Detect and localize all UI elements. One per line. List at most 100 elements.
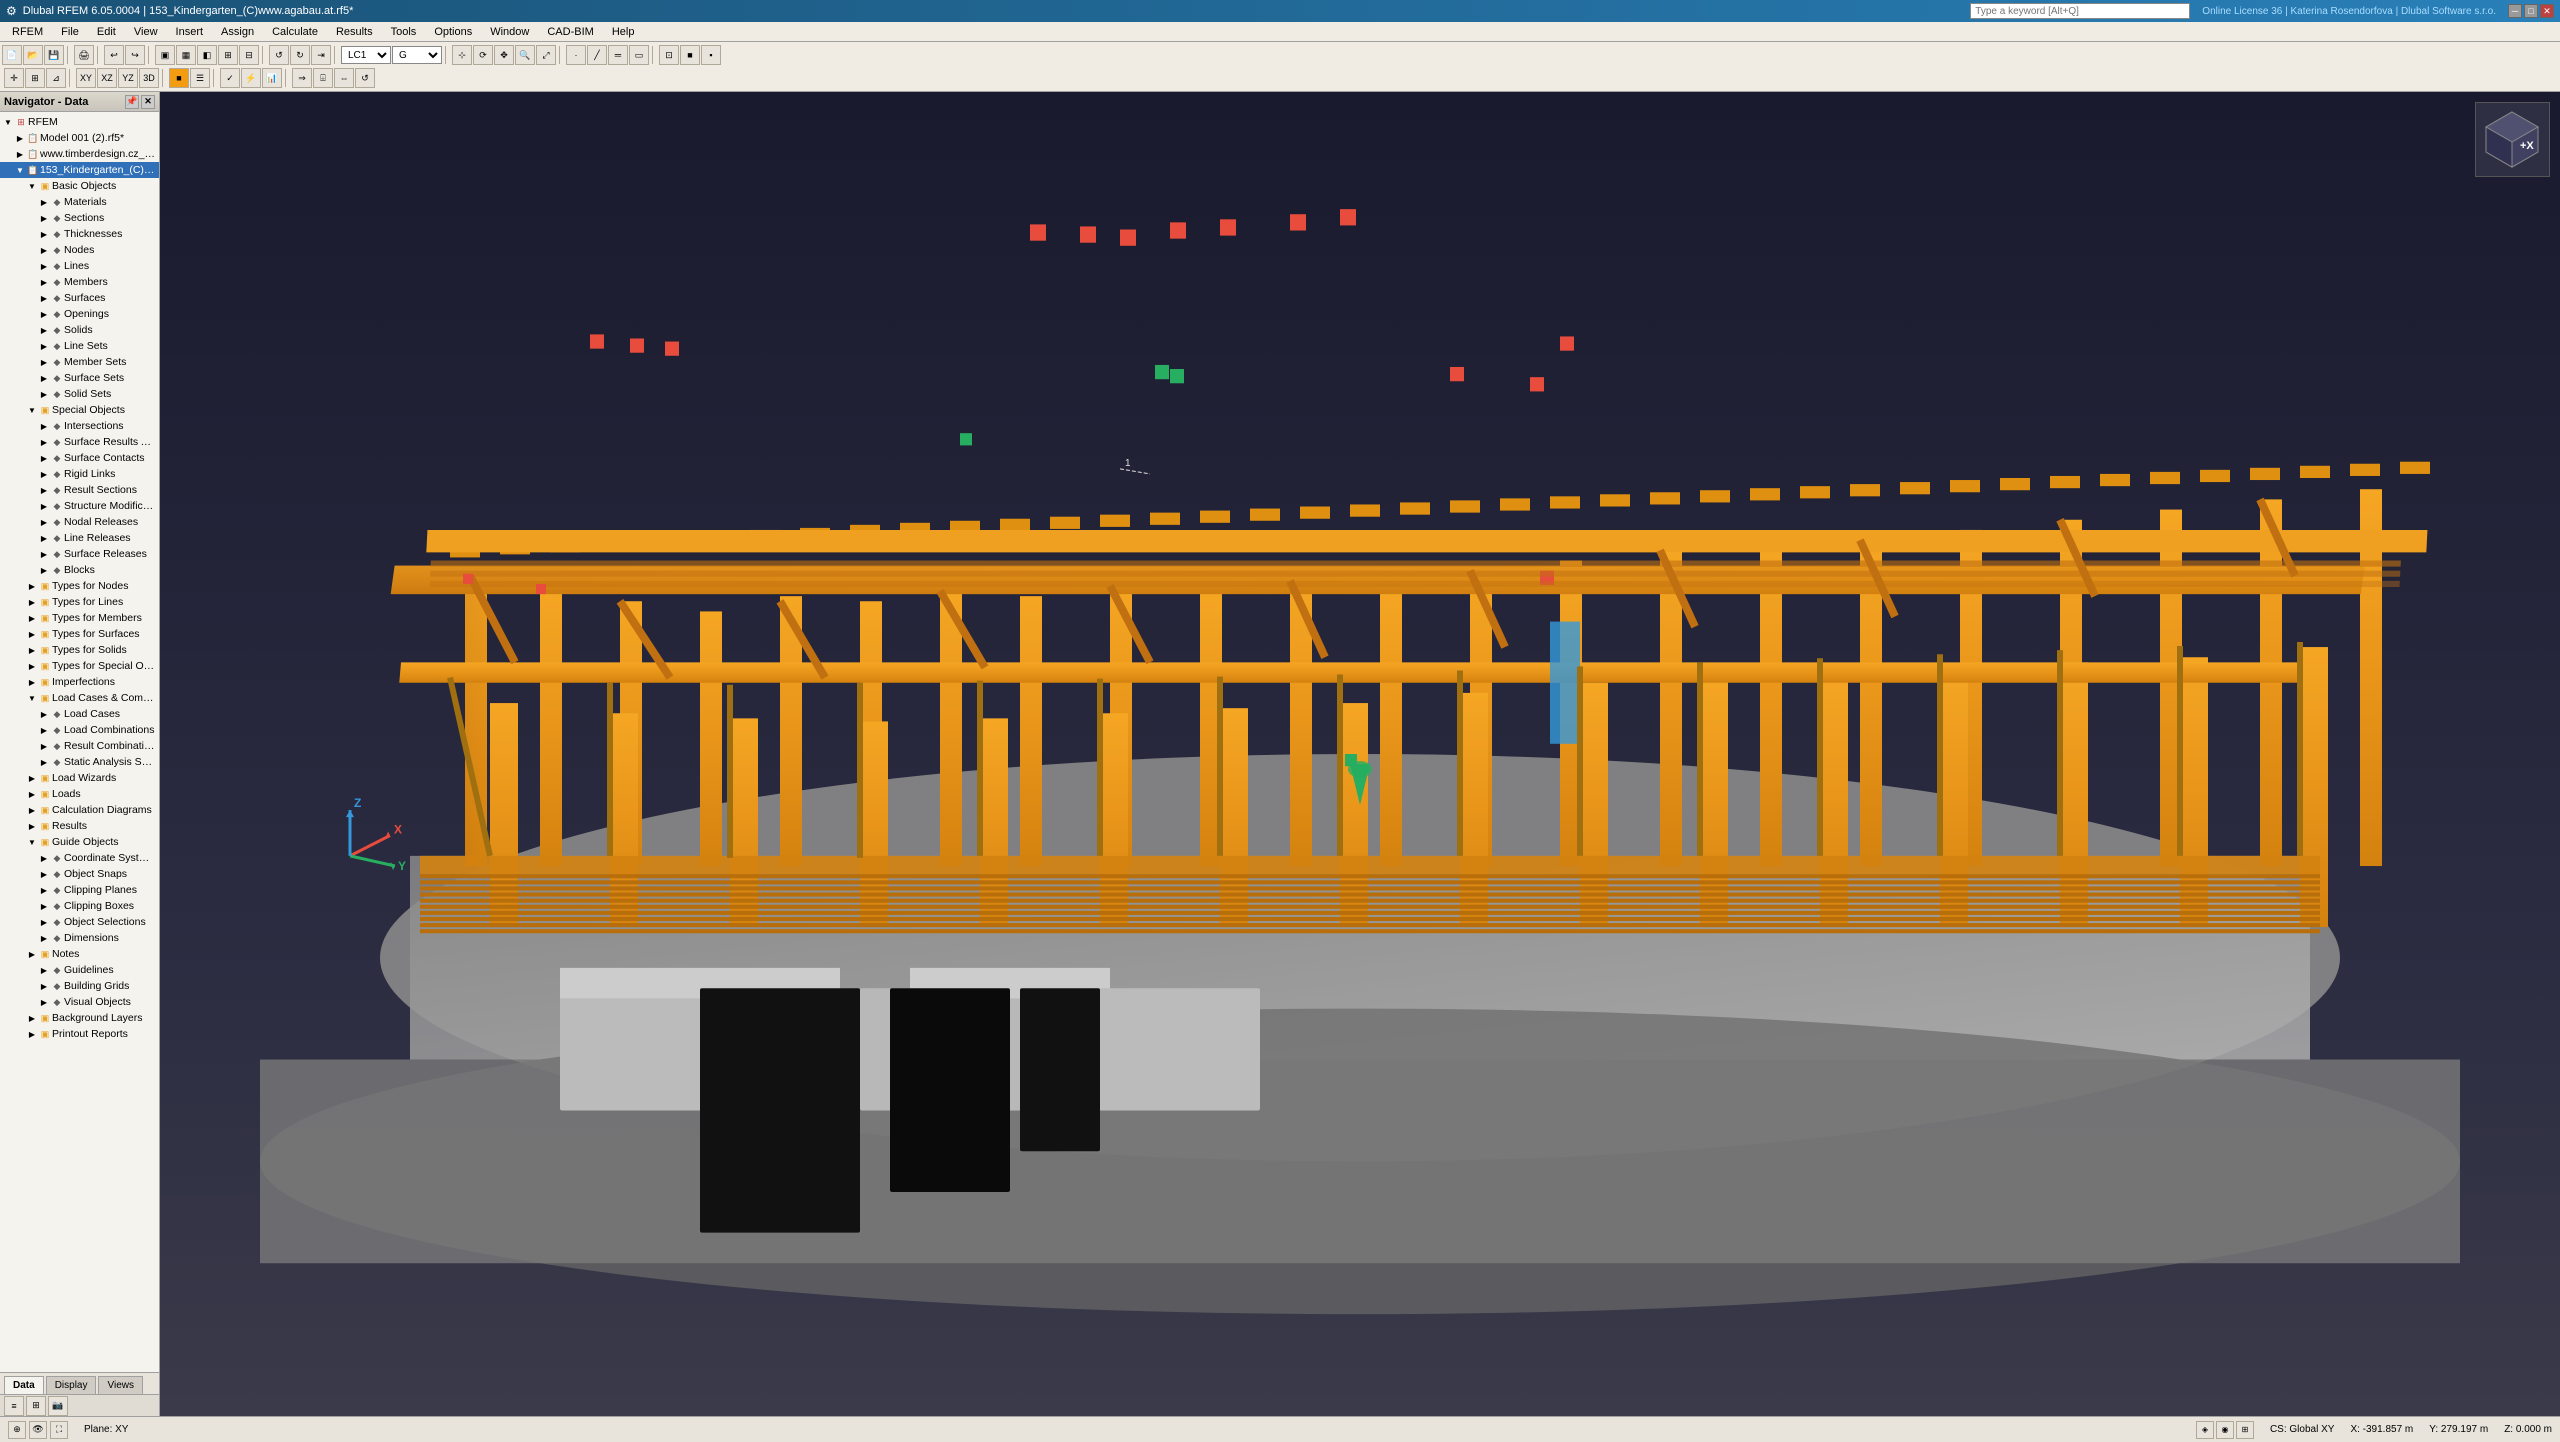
member-tool[interactable]: ═ (608, 45, 628, 65)
tree-item-model153[interactable]: ▼📋153_Kindergarten_(C)www.agabau.at.rf5* (0, 162, 159, 178)
minimize-button[interactable]: ─ (2508, 4, 2522, 18)
rotate-tool[interactable]: ⟳ (473, 45, 493, 65)
tb7[interactable]: ↻ (290, 45, 310, 65)
tree-expander-types-lines[interactable]: ▶ (26, 594, 38, 610)
tree-expander-types-special[interactable]: ▶ (26, 658, 38, 674)
tree-expander-materials[interactable]: ▶ (38, 194, 50, 210)
tree-expander-types-solids[interactable]: ▶ (26, 642, 38, 658)
tree-expander-surfaces[interactable]: ▶ (38, 290, 50, 306)
tree-expander-surface-releases[interactable]: ▶ (38, 546, 50, 562)
tree-item-surface-sets[interactable]: ▶◆Surface Sets (0, 370, 159, 386)
nav-camera-button[interactable]: 📷 (48, 1396, 68, 1416)
tree-expander-types-nodes[interactable]: ▶ (26, 578, 38, 594)
tree-item-materials[interactable]: ▶◆Materials (0, 194, 159, 210)
tree-expander-member-sets[interactable]: ▶ (38, 354, 50, 370)
tb3[interactable]: ◧ (197, 45, 217, 65)
tree-item-results[interactable]: ▶▣Results (0, 818, 159, 834)
select-tool[interactable]: ⊹ (452, 45, 472, 65)
tree-item-guide-objects[interactable]: ▼▣Guide Objects (0, 834, 159, 850)
tree-item-blocks[interactable]: ▶◆Blocks (0, 562, 159, 578)
tree-expander-surface-contacts[interactable]: ▶ (38, 450, 50, 466)
tree-item-object-selections[interactable]: ▶◆Object Selections (0, 914, 159, 930)
tree-item-load-cases[interactable]: ▶◆Load Cases (0, 706, 159, 722)
tree-item-types-solids[interactable]: ▶▣Types for Solids (0, 642, 159, 658)
layer-btn[interactable]: ☰ (190, 68, 210, 88)
snap-btn[interactable]: ✛ (4, 68, 24, 88)
menu-item-help[interactable]: Help (604, 23, 643, 41)
tree-expander-members[interactable]: ▶ (38, 274, 50, 290)
tree-expander-nodal-releases[interactable]: ▶ (38, 514, 50, 530)
mirror-btn[interactable]: ⇔ (334, 68, 354, 88)
print-button[interactable]: 🖨 (74, 45, 94, 65)
nav-tab-views[interactable]: Views (98, 1376, 143, 1394)
tree-expander-special-objects[interactable]: ▼ (26, 402, 38, 418)
tree-item-result-combinations[interactable]: ▶◆Result Combinations (0, 738, 159, 754)
tree-expander-dimensions[interactable]: ▶ (38, 930, 50, 946)
tb8[interactable]: ⇥ (311, 45, 331, 65)
tree-item-result-sections[interactable]: ▶◆Result Sections (0, 482, 159, 498)
tree-item-line-sets[interactable]: ▶◆Line Sets (0, 338, 159, 354)
3d-viewport[interactable]: X Y Z 1 +X (160, 92, 2560, 1416)
tree-item-member-sets[interactable]: ▶◆Member Sets (0, 354, 159, 370)
tree-expander-notes[interactable]: ▶ (26, 946, 38, 962)
tree-expander-results[interactable]: ▶ (26, 818, 38, 834)
fit-tool[interactable]: ⤢ (536, 45, 556, 65)
lc-selector[interactable]: LC1 (341, 46, 391, 64)
tree-expander-sections[interactable]: ▶ (38, 210, 50, 226)
tree-expander-load-cases-combo[interactable]: ▼ (26, 690, 38, 706)
nav-list-view-button[interactable]: ≡ (4, 1396, 24, 1416)
tree-expander-loads[interactable]: ▶ (26, 786, 38, 802)
status-render-3[interactable]: ⊞ (2236, 1421, 2254, 1439)
view-3d[interactable]: 3D (139, 68, 159, 88)
open-button[interactable]: 📂 (23, 45, 43, 65)
tree-expander-rigid-links[interactable]: ▶ (38, 466, 50, 482)
view-xy[interactable]: XY (76, 68, 96, 88)
redo-button[interactable]: ↪ (125, 45, 145, 65)
view-xz[interactable]: XZ (97, 68, 117, 88)
status-render-2[interactable]: ◉ (2216, 1421, 2234, 1439)
tree-expander-imperfections[interactable]: ▶ (26, 674, 38, 690)
menu-item-results[interactable]: Results (328, 23, 381, 41)
tb5[interactable]: ⊟ (239, 45, 259, 65)
tb4[interactable]: ⊞ (218, 45, 238, 65)
menu-item-calculate[interactable]: Calculate (264, 23, 326, 41)
tree-expander-background-layers[interactable]: ▶ (26, 1010, 38, 1026)
maximize-button[interactable]: □ (2524, 4, 2538, 18)
tree-item-calc-diagrams[interactable]: ▶▣Calculation Diagrams (0, 802, 159, 818)
tree-expander-rfem-root[interactable]: ▼ (2, 114, 14, 130)
tree-expander-basic-objects[interactable]: ▼ (26, 178, 38, 194)
tree-item-timberdesign[interactable]: ▶📋www.timberdesign.cz_Ester-Tower-in-Jen… (0, 146, 159, 162)
tree-expander-line-releases[interactable]: ▶ (38, 530, 50, 546)
tree-item-sections[interactable]: ▶◆Sections (0, 210, 159, 226)
tree-item-building-grids[interactable]: ▶◆Building Grids (0, 978, 159, 994)
tree-item-object-snaps[interactable]: ▶◆Object Snaps (0, 866, 159, 882)
color-btn[interactable]: ■ (169, 68, 189, 88)
tree-expander-clipping-boxes[interactable]: ▶ (38, 898, 50, 914)
tree-expander-types-members[interactable]: ▶ (26, 610, 38, 626)
tree-item-rfem-root[interactable]: ▼⊞RFEM (0, 114, 159, 130)
tree-expander-guidelines[interactable]: ▶ (38, 962, 50, 978)
tree-expander-visual-objects[interactable]: ▶ (38, 994, 50, 1010)
tree-item-special-objects[interactable]: ▼▣Special Objects (0, 402, 159, 418)
tb2[interactable]: ▦ (176, 45, 196, 65)
navigator-close-button[interactable]: ✕ (141, 95, 155, 109)
tree-item-imperfections[interactable]: ▶▣Imperfections (0, 674, 159, 690)
status-icon-2[interactable]: 👁 (29, 1421, 47, 1439)
tree-item-surface-releases[interactable]: ▶◆Surface Releases (0, 546, 159, 562)
tree-expander-guide-objects[interactable]: ▼ (26, 834, 38, 850)
tree-item-clipping-planes[interactable]: ▶◆Clipping Planes (0, 882, 159, 898)
menu-item-view[interactable]: View (126, 23, 166, 41)
tree-expander-load-combinations[interactable]: ▶ (38, 722, 50, 738)
tree-expander-solids[interactable]: ▶ (38, 322, 50, 338)
tree-item-members[interactable]: ▶◆Members (0, 274, 159, 290)
save-button[interactable]: 💾 (44, 45, 64, 65)
menu-item-rfem[interactable]: RFEM (4, 23, 51, 41)
tree-item-coord-systems[interactable]: ▶◆Coordinate Systems (0, 850, 159, 866)
menu-item-cad-bim[interactable]: CAD-BIM (539, 23, 601, 41)
zoom-tool[interactable]: 🔍 (515, 45, 535, 65)
tree-expander-solid-sets[interactable]: ▶ (38, 386, 50, 402)
tree-expander-object-snaps[interactable]: ▶ (38, 866, 50, 882)
tree-expander-line-sets[interactable]: ▶ (38, 338, 50, 354)
tree-item-load-cases-combo[interactable]: ▼▣Load Cases & Combinations (0, 690, 159, 706)
pan-tool[interactable]: ✥ (494, 45, 514, 65)
